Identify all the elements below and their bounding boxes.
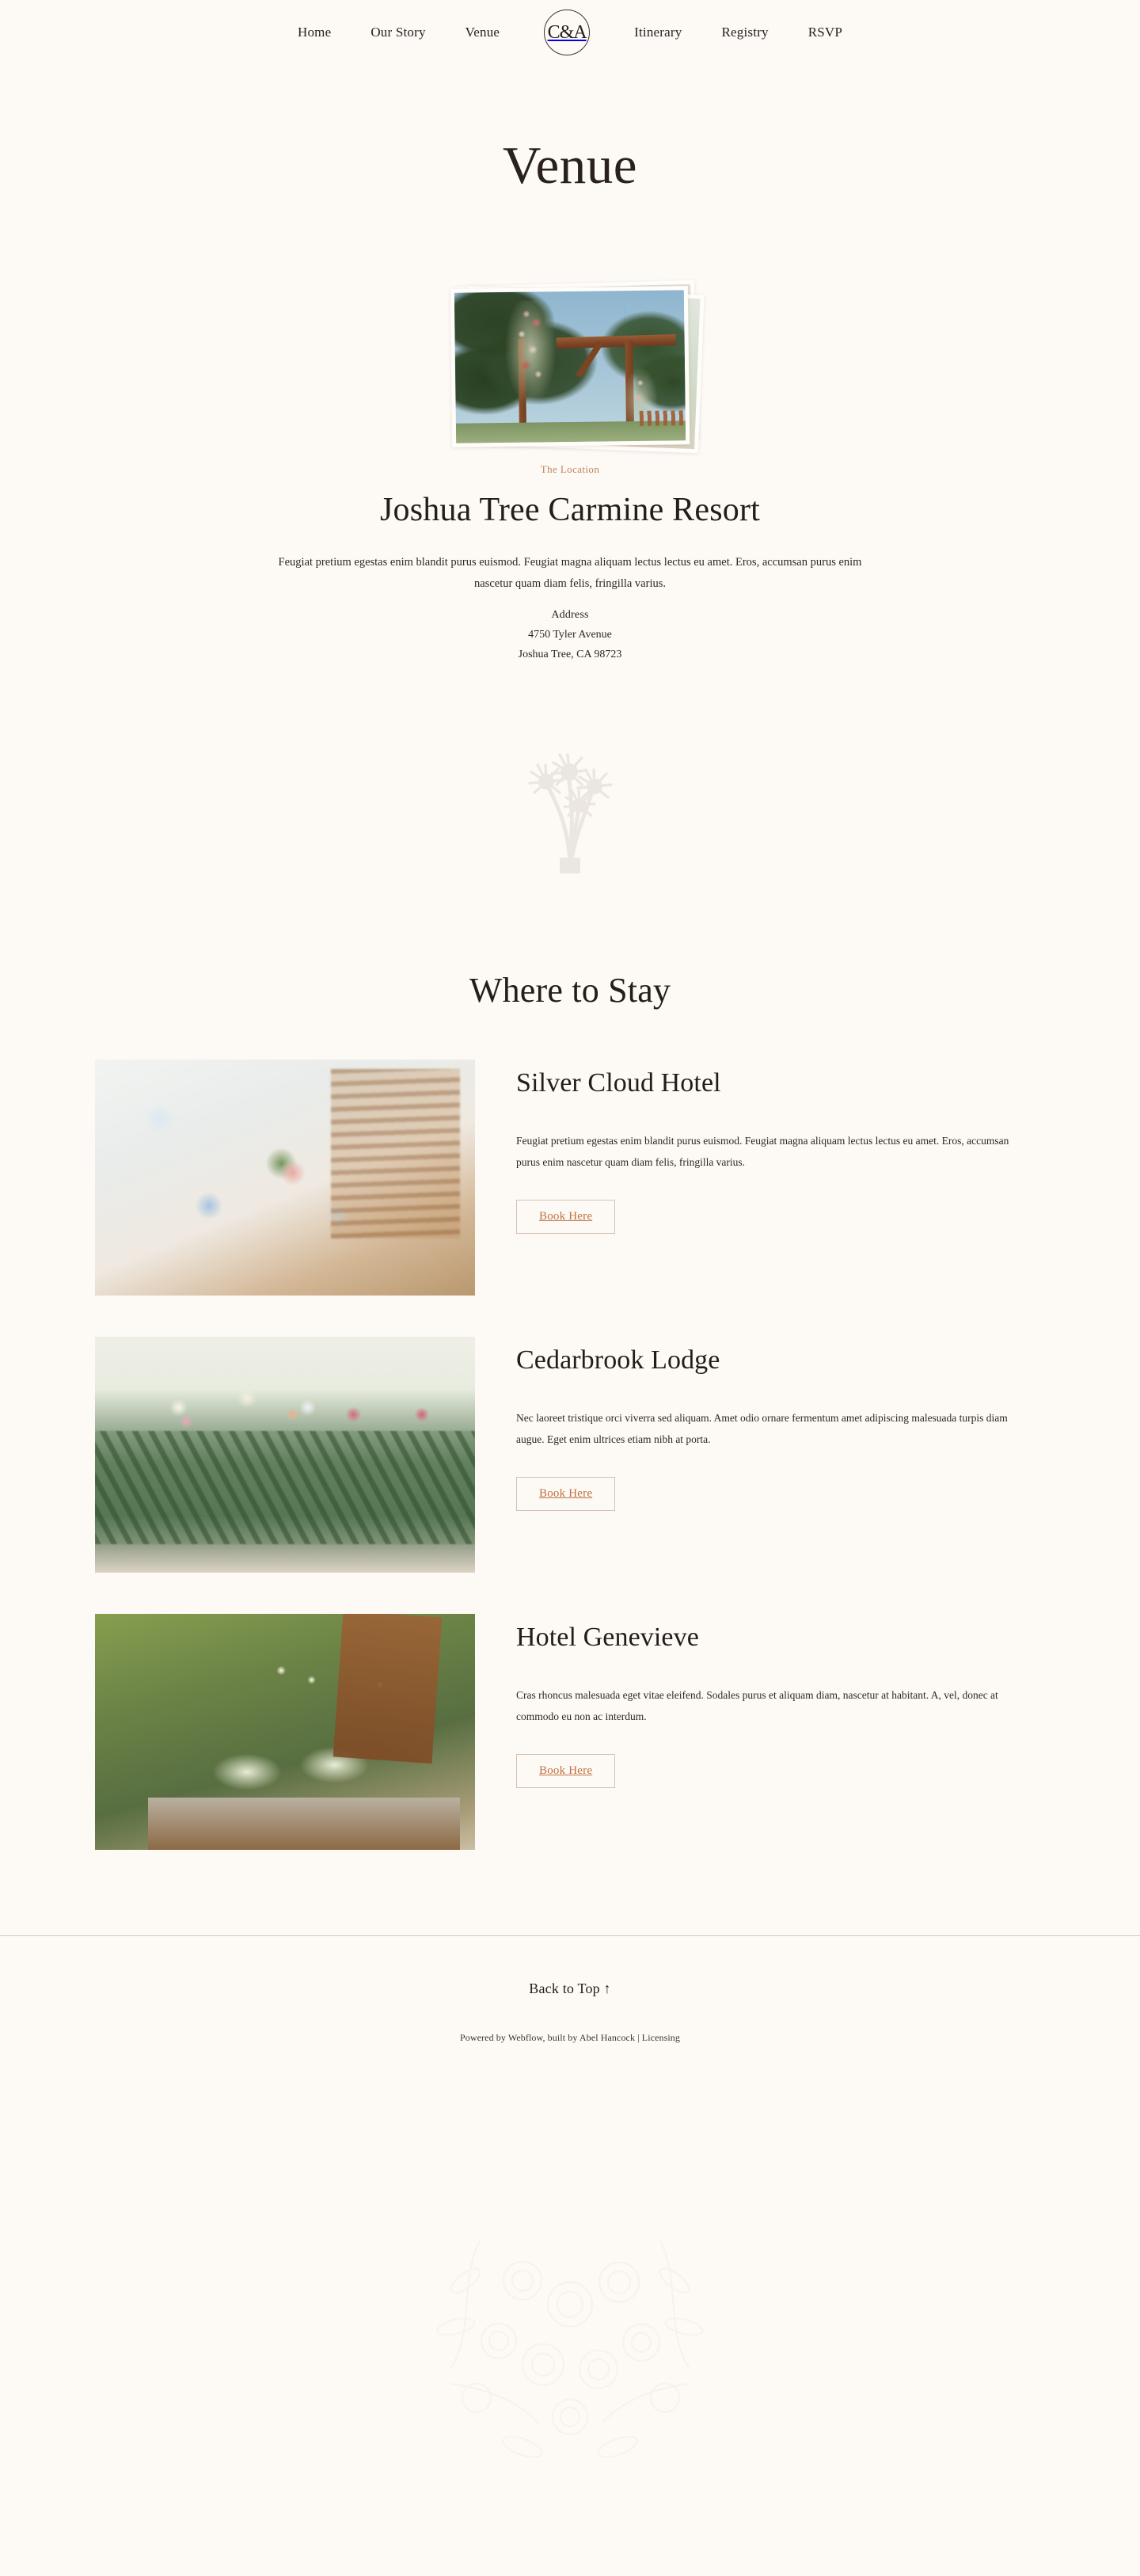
wedding-table-setting-photo bbox=[95, 1059, 475, 1296]
address-line-1: 4750 Tyler Avenue bbox=[528, 628, 612, 641]
location-eyebrow: The Location bbox=[540, 463, 600, 475]
hero-photo-gallery bbox=[0, 280, 1140, 454]
book-here-button[interactable]: Book Here bbox=[516, 1476, 616, 1511]
nav-left-group: Home Our Story Venue bbox=[298, 25, 544, 40]
hotel-list: Silver Cloud Hotel Feugiat pretium egest… bbox=[95, 1059, 1045, 1850]
nav-item-rsvp[interactable]: RSVP bbox=[808, 25, 842, 40]
nav-item-home[interactable]: Home bbox=[298, 25, 331, 40]
hotel-description: Nec laoreet tristique orci viverra sed a… bbox=[516, 1411, 1008, 1445]
nav-item-venue[interactable]: Venue bbox=[466, 25, 500, 40]
hotel-name: Cedarbrook Lodge bbox=[516, 1345, 720, 1375]
site-footer: Back to Top ↑ Powered by Webflow, built … bbox=[0, 1935, 1140, 2077]
floral-watermark-icon bbox=[404, 2186, 736, 2487]
logo-text: C&A bbox=[547, 22, 587, 43]
footer-credits: Powered by Webflow, built by Abel Hancoc… bbox=[0, 2032, 1140, 2044]
book-here-button[interactable]: Book Here bbox=[516, 1753, 616, 1788]
hotel-body: Hotel Genevieve Cras rhoncus malesuada e… bbox=[516, 1614, 1045, 1788]
hotel-image-genevieve[interactable] bbox=[95, 1613, 475, 1850]
where-to-stay-title: Where to Stay bbox=[469, 970, 671, 1010]
floral-cluster-left bbox=[500, 300, 564, 413]
book-here-button[interactable]: Book Here bbox=[516, 1199, 616, 1234]
hotel-body: Silver Cloud Hotel Feugiat pretium egest… bbox=[516, 1060, 1045, 1234]
hotel-row: Hotel Genevieve Cras rhoncus malesuada e… bbox=[95, 1613, 1045, 1850]
back-to-top-link[interactable]: Back to Top ↑ bbox=[0, 1981, 1140, 1997]
champagne-coupes-photo bbox=[95, 1613, 475, 1850]
hotel-name: Silver Cloud Hotel bbox=[516, 1067, 721, 1098]
address-label: Address bbox=[551, 608, 589, 621]
hotel-row: Silver Cloud Hotel Feugiat pretium egest… bbox=[95, 1059, 1045, 1296]
joshua-tree-icon bbox=[503, 723, 637, 873]
hotel-image-silver-cloud[interactable] bbox=[95, 1059, 475, 1296]
page-title: Venue bbox=[503, 136, 637, 195]
hotel-body: Cedarbrook Lodge Nec laoreet tristique o… bbox=[516, 1337, 1045, 1511]
hotel-row: Cedarbrook Lodge Nec laoreet tristique o… bbox=[95, 1336, 1045, 1573]
venue-name: Joshua Tree Carmine Resort bbox=[380, 492, 760, 528]
hero-photo-front[interactable] bbox=[450, 286, 690, 447]
fence-layer bbox=[639, 410, 686, 426]
licensing-link[interactable]: Licensing bbox=[642, 2032, 680, 2043]
nav-right-group: Itinerary Registry RSVP bbox=[590, 25, 842, 40]
nav-item-registry[interactable]: Registry bbox=[721, 25, 768, 40]
main-navigation: Home Our Story Venue C&A Itinerary Regis… bbox=[0, 0, 1140, 65]
hotel-name: Hotel Genevieve bbox=[516, 1622, 699, 1652]
venue-description: Feugiat pretium egestas enim blandit pur… bbox=[278, 556, 862, 590]
nav-item-itinerary[interactable]: Itinerary bbox=[634, 25, 682, 40]
address-line-2: Joshua Tree, CA 98723 bbox=[518, 648, 622, 660]
monogram-circle-icon[interactable]: C&A bbox=[544, 10, 591, 55]
hotel-description: Cras rhoncus malesuada eget vitae eleife… bbox=[516, 1688, 998, 1722]
hotel-description: Feugiat pretium egestas enim blandit pur… bbox=[516, 1134, 1009, 1168]
floral-arch-image bbox=[450, 286, 690, 443]
footer-credits-text: Powered by Webflow, built by Abel Hancoc… bbox=[459, 2031, 642, 2043]
bridal-bouquets-photo bbox=[95, 1336, 475, 1573]
nav-item-our-story[interactable]: Our Story bbox=[370, 25, 425, 40]
hotel-image-cedarbrook[interactable] bbox=[95, 1336, 475, 1573]
photo-stack bbox=[450, 280, 705, 454]
